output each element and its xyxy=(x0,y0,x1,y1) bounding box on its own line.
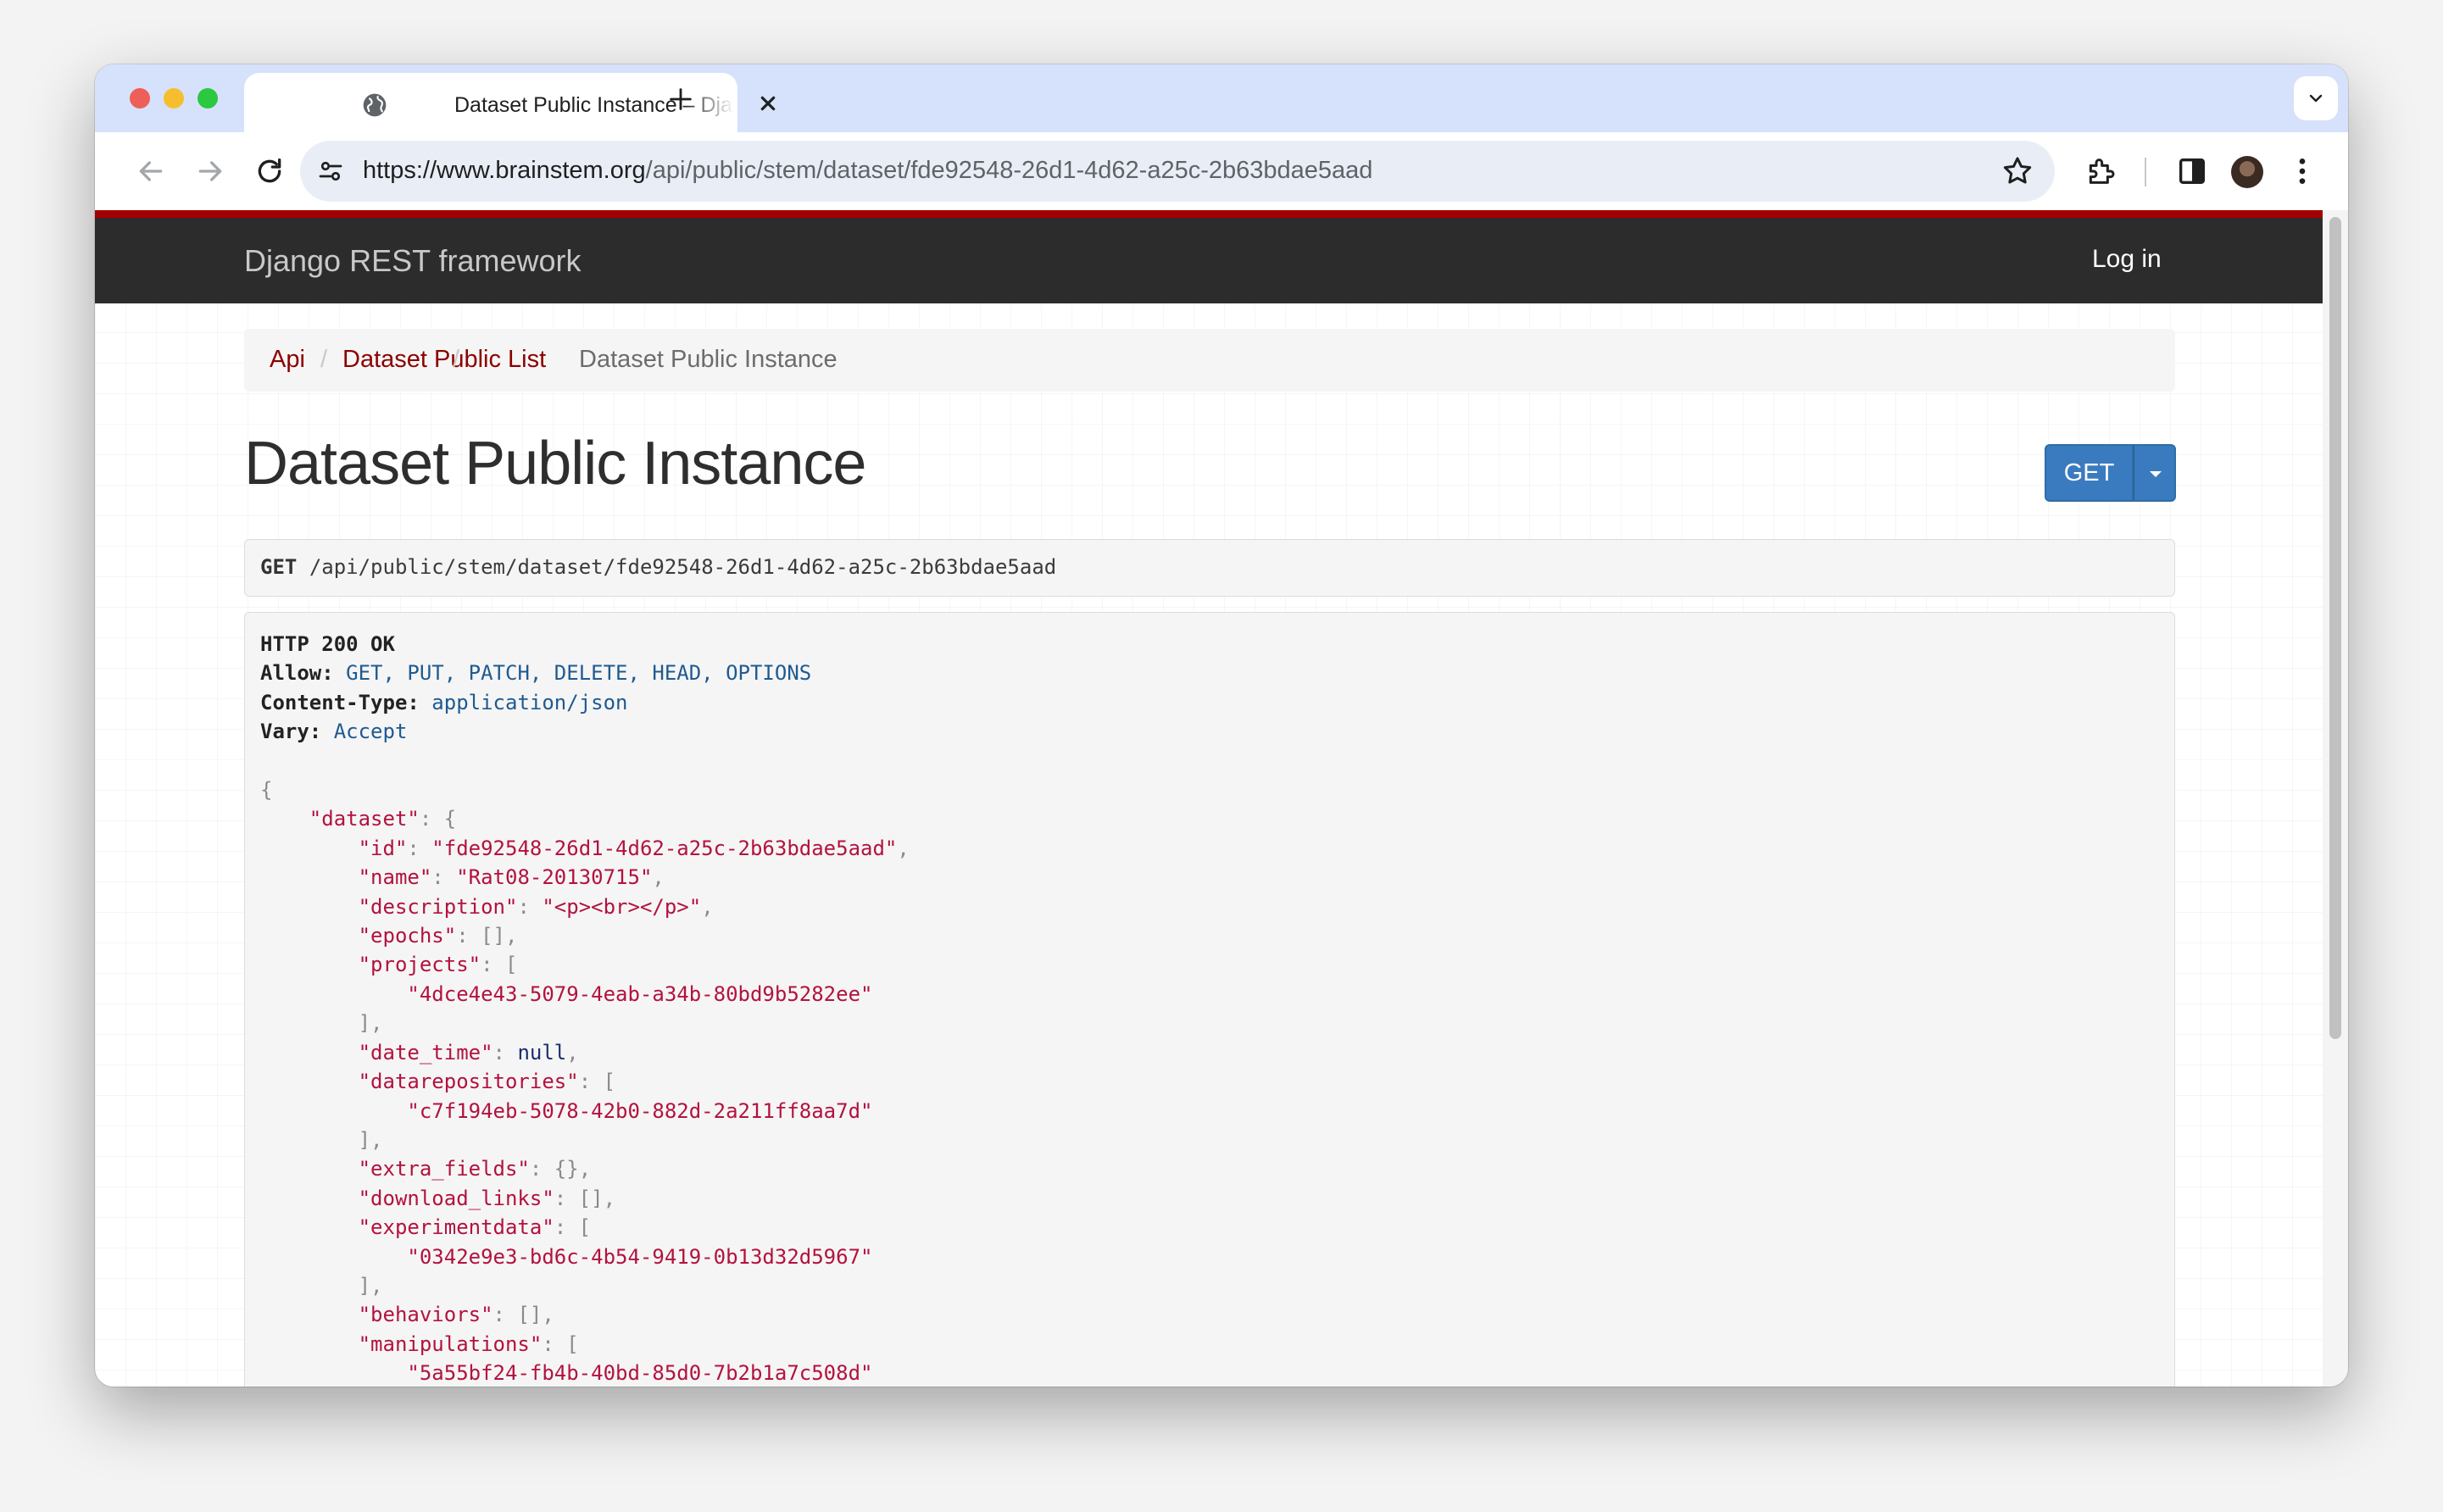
back-icon[interactable] xyxy=(134,154,168,188)
get-button[interactable]: GET xyxy=(2045,444,2134,502)
profile-avatar[interactable] xyxy=(2231,156,2263,188)
json-datarepository-value: c7f194eb-5078-42b0-882d-2a211ff8aa7d xyxy=(419,1098,861,1123)
breadcrumb-separator: / xyxy=(320,346,328,373)
json-date-time-value: null xyxy=(517,1040,567,1065)
address-bar[interactable]: https://www.brainstem.org/api/public/ste… xyxy=(300,141,2055,202)
breadcrumb-item-dataset-list[interactable]: Dataset Public List xyxy=(342,346,546,374)
tab-active[interactable]: Dataset Public Instance – Django REST fr… xyxy=(244,73,776,132)
close-window-button[interactable] xyxy=(130,88,150,108)
response-status: HTTP 200 OK xyxy=(260,632,395,656)
tab-search-button[interactable] xyxy=(2294,76,2338,120)
response-info: HTTP 200 OK Allow: GET, PUT, PATCH, DELE… xyxy=(244,612,2175,1387)
page-title: Dataset Public Instance xyxy=(244,430,866,498)
json-description-value: <p><br></p> xyxy=(554,894,689,919)
json-name-value: Rat08-20130715 xyxy=(468,865,640,890)
browser-toolbar: https://www.brainstem.org/api/public/ste… xyxy=(95,132,2348,210)
format-dropdown-button[interactable] xyxy=(2134,444,2176,502)
breadcrumb-item-active: Dataset Public Instance xyxy=(579,346,838,373)
request-path: /api/public/stem/dataset/fde92548-26d1-4… xyxy=(309,555,1057,579)
chevron-down-icon xyxy=(2309,94,2323,103)
login-link[interactable]: Log in xyxy=(2092,245,2162,274)
breadcrumb: Api / Dataset Public List / Dataset Publ… xyxy=(244,329,2175,392)
more-menu-icon[interactable] xyxy=(2285,154,2319,188)
response-content: HTTP 200 OK Allow: GET, PUT, PATCH, DELE… xyxy=(260,632,910,1386)
tab-strip: Dataset Public Instance – Django REST fr… xyxy=(95,64,2348,132)
close-icon[interactable] xyxy=(754,90,782,117)
globe-icon xyxy=(363,93,387,117)
json-experimentdata-value: 0342e9e3-bd6c-4b54-9419-0b13d32d5967 xyxy=(419,1244,861,1269)
url-domain: https://www.brainstem.org xyxy=(363,157,646,184)
breadcrumb-item-api[interactable]: Api xyxy=(270,346,305,374)
header-value: application/json xyxy=(431,690,628,714)
brand-link[interactable]: Django REST framework xyxy=(244,243,581,279)
scrollbar[interactable] xyxy=(2323,210,2348,1387)
request-info: GET /api/public/stem/dataset/fde92548-26… xyxy=(244,539,2175,597)
toolbar-divider xyxy=(2145,158,2146,186)
url-text[interactable]: https://www.brainstem.org/api/public/ste… xyxy=(363,157,1372,185)
json-project-value: 4dce4e43-5079-4eab-a34b-80bd9b5282ee xyxy=(419,981,861,1006)
scrollbar-thumb[interactable] xyxy=(2329,217,2341,1039)
breadcrumb-separator: / xyxy=(453,346,460,373)
browser-window: Dataset Public Instance – Django REST fr… xyxy=(95,64,2348,1387)
side-panel-icon[interactable] xyxy=(2175,154,2209,188)
request-line: GET /api/public/stem/dataset/fde92548-26… xyxy=(260,555,1056,579)
request-method: GET xyxy=(260,555,298,579)
reload-icon[interactable] xyxy=(253,154,287,188)
url-path: /api/public/stem/dataset/fde92548-26d1-4… xyxy=(645,157,1373,184)
header-value: GET, PUT, PATCH, DELETE, HEAD, OPTIONS xyxy=(346,661,812,686)
maximize-window-button[interactable] xyxy=(198,88,218,108)
header-name: Content-Type: xyxy=(260,690,420,714)
json-manipulation-value: 5a55bf24-fb4b-40bd-85d0-7b2b1a7c508d xyxy=(419,1361,861,1386)
new-tab-icon[interactable] xyxy=(666,85,695,114)
web-page: Django REST framework Log in Api / Datas… xyxy=(95,210,2323,1387)
header-value: Accept xyxy=(333,720,408,744)
bookmark-star-icon[interactable] xyxy=(2001,154,2034,188)
drf-navbar: Django REST framework Log in xyxy=(95,210,2323,303)
forward-icon[interactable] xyxy=(193,154,227,188)
site-settings-icon[interactable] xyxy=(315,156,346,186)
json-id-value: fde92548-26d1-4d62-a25c-2b63bdae5aad xyxy=(443,836,885,860)
header-name: Allow: xyxy=(260,661,334,686)
extensions-icon[interactable] xyxy=(2084,154,2117,188)
minimize-window-button[interactable] xyxy=(164,88,184,108)
header-name: Vary: xyxy=(260,720,322,744)
